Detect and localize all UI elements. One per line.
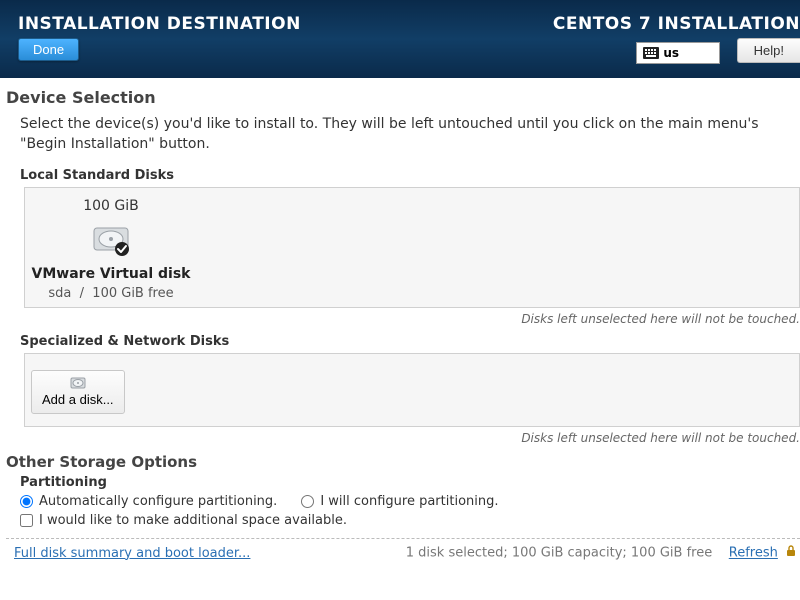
local-disks-hint: Disks left unselected here will not be t… [20,312,800,326]
network-disks-panel: Add a disk... [24,353,800,427]
other-storage-title: Other Storage Options [6,453,800,471]
main-content: Device Selection Select the device(s) yo… [0,78,800,561]
local-disks-label: Local Standard Disks [20,168,800,183]
disk-small-icon [70,377,86,389]
add-disk-label: Add a disk... [42,392,114,407]
disk-item[interactable]: 100 GiB VMware Virtual disk sda / 100 Gi… [31,198,191,301]
disk-name: VMware Virtual disk [31,266,191,282]
selection-status: 1 disk selected; 100 GiB capacity; 100 G… [406,546,712,561]
footer-bar: Full disk summary and boot loader... 1 d… [6,545,800,561]
help-button[interactable]: Help! [737,38,800,63]
manual-partitioning-option[interactable]: I will configure partitioning. [301,494,498,509]
auto-partitioning-label: Automatically configure partitioning. [39,494,277,509]
installer-title: CENTOS 7 INSTALLATION [553,14,800,34]
device-selection-title: Device Selection [6,88,800,107]
keyboard-layout-indicator[interactable]: us [636,42,720,64]
local-disks-panel: 100 GiB VMware Virtual disk sda / 100 Gi… [24,187,800,308]
manual-partitioning-label: I will configure partitioning. [320,494,498,509]
add-disk-button[interactable]: Add a disk... [31,370,125,414]
auto-partitioning-radio[interactable] [20,495,33,508]
done-button[interactable]: Done [18,38,79,61]
make-space-option[interactable]: I would like to make additional space av… [20,513,347,528]
refresh-link[interactable]: Refresh [729,546,778,561]
disk-free: 100 GiB free [92,286,173,301]
disk-summary-link[interactable]: Full disk summary and boot loader... [14,546,250,561]
disk-subinfo: sda / 100 GiB free [31,286,191,301]
lock-icon [786,545,796,561]
separator [6,538,800,539]
auto-partitioning-option[interactable]: Automatically configure partitioning. [20,494,277,509]
make-space-label: I would like to make additional space av… [39,513,347,528]
network-disks-hint: Disks left unselected here will not be t… [20,431,800,445]
header-bar: INSTALLATION DESTINATION CENTOS 7 INSTAL… [0,0,800,78]
disk-size: 100 GiB [31,198,191,214]
disk-device: sda [48,286,71,301]
keyboard-layout-label: us [663,46,679,60]
network-disks-label: Specialized & Network Disks [20,334,800,349]
device-selection-description: Select the device(s) you'd like to insta… [20,115,800,154]
footer-right: 1 disk selected; 100 GiB capacity; 100 G… [406,545,796,561]
harddisk-icon [90,222,132,258]
partitioning-mode-row: Automatically configure partitioning. I … [20,494,800,509]
keyboard-icon [643,47,659,59]
manual-partitioning-radio[interactable] [301,495,314,508]
partitioning-label: Partitioning [20,475,800,490]
page-title: INSTALLATION DESTINATION [18,14,301,34]
make-space-row: I would like to make additional space av… [20,513,800,528]
make-space-checkbox[interactable] [20,514,33,527]
